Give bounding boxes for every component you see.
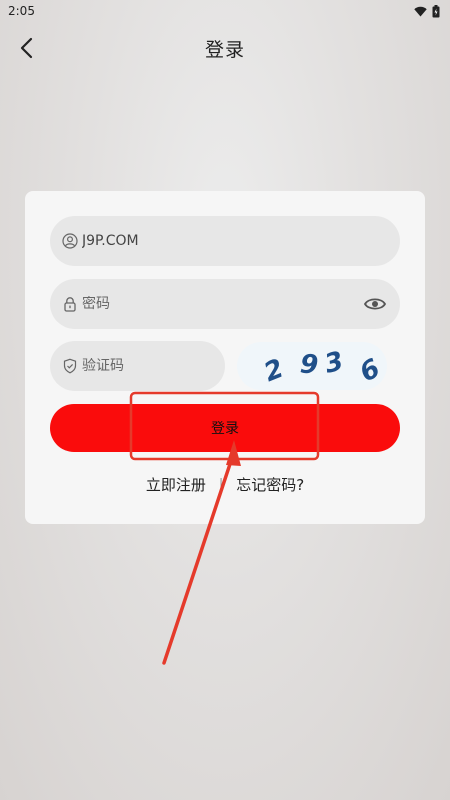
shield-check-icon [62, 358, 78, 374]
status-icons [414, 4, 440, 18]
wifi-icon [414, 6, 427, 16]
status-time: 2:05 [8, 4, 35, 18]
back-arrow-icon [20, 37, 33, 59]
battery-icon [432, 4, 440, 17]
link-separator: | [218, 476, 224, 492]
captcha-image[interactable]: 2 9 3 6 [237, 342, 387, 390]
captcha-field[interactable] [50, 341, 225, 391]
captcha-char: 2 [260, 353, 289, 389]
login-card: 2 9 3 6 登录 立即注册 | 忘记密码? [25, 191, 425, 524]
status-bar: 2:05 [0, 0, 450, 22]
account-field[interactable] [50, 216, 400, 266]
captcha-char: 3 [321, 346, 347, 380]
nav-bar: 登录 [0, 26, 450, 70]
password-field[interactable] [50, 279, 400, 329]
password-input[interactable] [82, 296, 332, 312]
login-button[interactable]: 登录 [50, 404, 400, 452]
lock-icon [62, 296, 78, 312]
captcha-input[interactable] [82, 358, 202, 374]
user-icon [62, 233, 78, 249]
toggle-password-visibility[interactable] [364, 294, 386, 314]
forgot-password-link[interactable]: 忘记密码? [236, 474, 304, 495]
eye-icon [364, 298, 386, 310]
register-link[interactable]: 立即注册 [146, 474, 206, 495]
back-button[interactable] [12, 32, 40, 64]
captcha-char: 6 [355, 353, 386, 389]
page-title: 登录 [204, 38, 245, 61]
auth-links: 立即注册 | 忘记密码? [25, 473, 425, 495]
captcha-char: 9 [298, 349, 320, 381]
account-input[interactable] [82, 233, 332, 249]
